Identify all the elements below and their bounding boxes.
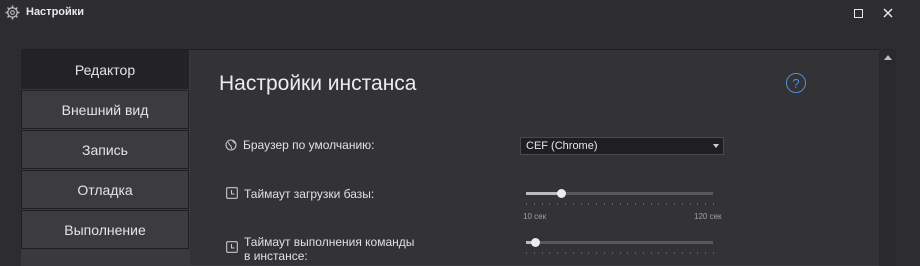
slider-tick [658,252,660,254]
slider-tick [588,203,590,205]
slider-tick [541,252,543,254]
command-timeout-label-line1: Таймаут выполнения команды [244,235,415,249]
slider-tick [697,203,699,205]
command-timeout-slider-thumb[interactable] [530,238,540,247]
sidebar-item-execution[interactable]: Выполнение [21,210,189,249]
slider-tick [580,203,582,205]
sidebar-item-recording[interactable]: Запись [21,130,189,169]
slider-tick [572,252,574,254]
maximize-button[interactable] [846,3,870,23]
slider-tick [713,252,714,254]
slider-tick [666,252,668,254]
page-title: Настройки инстанса [219,72,417,95]
base-timeout-label: Таймаут загрузки базы: [244,187,375,201]
slider-tick [674,252,676,254]
maximize-icon [853,8,863,18]
slider-tick [635,252,637,254]
slider-tick [611,203,613,205]
slider-tick [689,252,691,254]
slider-tick [603,203,605,205]
sidebar-item-label: Запись [82,141,128,158]
slider-tick [642,203,644,205]
slider-tick [689,203,691,205]
slider-tick [658,203,660,205]
slider-tick [526,252,527,254]
scrollbar[interactable] [879,49,896,265]
slider-tick [642,252,644,254]
slider-tick [650,252,652,254]
slider-tick [674,203,676,205]
base-timeout-slider[interactable] [526,192,713,195]
slider-tick [533,203,535,205]
sidebar-item-debug[interactable]: Отладка [21,170,189,209]
clock-icon [226,241,238,253]
slider-tick [619,252,621,254]
slider-tick [681,252,683,254]
sidebar-item-label: Редактор [74,61,136,78]
slider-tick [627,252,629,254]
window-title: Настройки [26,6,85,18]
slider-tick [611,252,613,254]
slider-tick [557,203,559,205]
slider-ticks [526,252,714,254]
title-bar: Настройки [0,0,920,25]
slider-tick [666,203,668,205]
default-browser-select[interactable]: CEF (Chrome) [520,137,724,155]
slider-min-label: 10 сек [523,212,547,221]
sidebar-item-appearance[interactable]: Внешний вид [21,90,189,129]
command-timeout-slider[interactable] [526,241,713,244]
slider-tick [549,203,551,205]
slider-tick [533,252,535,254]
slider-tick [596,252,598,254]
slider-tick [681,203,683,205]
command-timeout-label-line2: в инстансе: [244,249,308,263]
default-browser-value: CEF (Chrome) [526,140,598,152]
close-button[interactable] [876,3,900,23]
slider-tick [580,252,582,254]
slider-tick [526,203,527,205]
slider-tick [713,203,714,205]
gear-icon [5,5,20,20]
slider-tick [588,252,590,254]
globe-icon [225,139,237,151]
scroll-up-icon[interactable] [884,55,892,60]
close-icon [883,8,893,18]
clock-icon [226,187,238,199]
slider-tick [572,203,574,205]
default-browser-label: Браузер по умолчанию: [243,138,375,152]
slider-tick [557,252,559,254]
sidebar-item-label: Выполнение [64,221,146,238]
slider-tick [596,203,598,205]
slider-tick [627,203,629,205]
help-button[interactable]: ? [786,73,806,93]
slider-tick [564,203,566,205]
slider-tick [541,203,543,205]
slider-tick [635,203,637,205]
question-icon: ? [792,75,800,91]
slider-tick [650,203,652,205]
slider-tick [603,252,605,254]
chevron-down-icon [713,144,719,148]
sidebar-item-label: Внешний вид [61,101,149,118]
slider-tick [564,252,566,254]
slider-tick [705,203,707,205]
slider-tick [705,252,707,254]
slider-tick [697,252,699,254]
slider-max-label: 120 сек [694,212,722,221]
slider-tick [549,252,551,254]
sidebar: Редактор Внешний вид Запись Отладка Выпо… [21,50,189,250]
command-timeout-label: Таймаут выполнения команды в инстансе: [244,235,414,263]
slider-ticks [526,203,714,205]
sidebar-item-editor[interactable]: Редактор [21,50,189,89]
sidebar-item-label: Отладка [77,181,133,198]
slider-tick [619,203,621,205]
base-timeout-slider-thumb[interactable] [557,189,567,198]
